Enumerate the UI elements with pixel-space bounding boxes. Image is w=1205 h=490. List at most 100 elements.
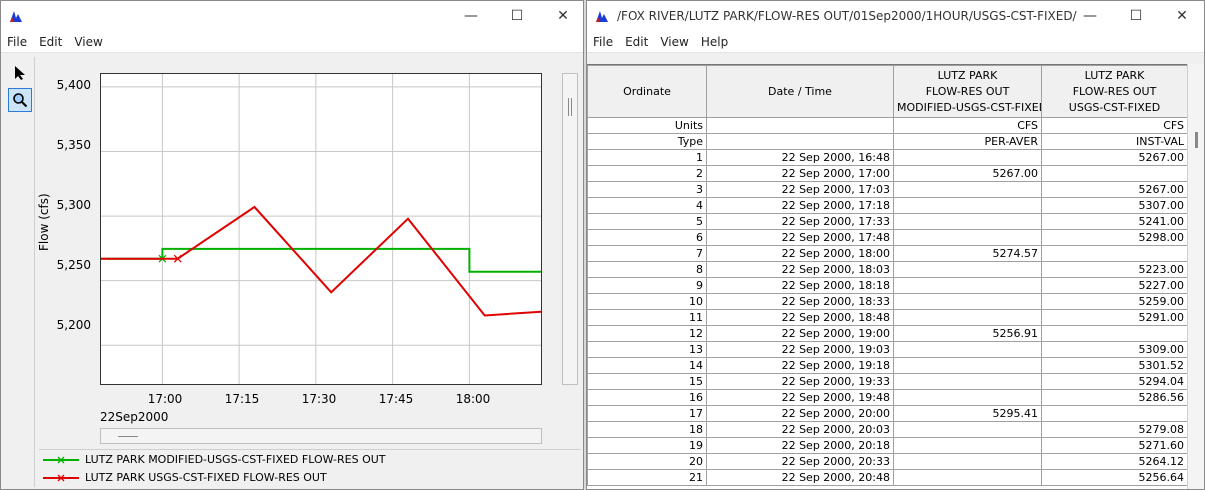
value-cell[interactable]: 5274.57 [893,245,1042,262]
table-row[interactable]: 1 22 Sep 2000, 16:48 5267.00 [587,149,1187,166]
value-cell[interactable]: 5267.00 [893,165,1042,182]
type-cell[interactable]: INST-VAL [1041,133,1187,150]
pointer-tool-button[interactable] [8,61,32,85]
scroll-thumb[interactable] [1195,132,1198,148]
table-vertical-scrollbar[interactable] [1187,64,1204,489]
value-cell[interactable]: 5267.00 [1041,149,1187,166]
ordinate-cell[interactable]: 19 [587,437,707,454]
zoom-tool-button[interactable] [8,88,32,112]
menu-help[interactable]: Help [697,35,732,49]
menu-view[interactable]: View [70,35,106,49]
header-usgs-column[interactable]: LUTZ PARK FLOW-RES OUT USGS-CST-FIXED [1041,65,1187,118]
data-table-container[interactable]: Ordinate Date / Time LUTZ PARK FLOW-RES … [587,64,1187,489]
table-row[interactable]: 20 22 Sep 2000, 20:33 5264.12 [587,453,1187,470]
table-window-titlebar[interactable]: /FOX RIVER/LUTZ PARK/FLOW-RES OUT/01Sep2… [587,1,1204,31]
minimize-icon[interactable]: — [1067,1,1113,31]
table-row[interactable]: 3 22 Sep 2000, 17:03 5267.00 [587,181,1187,198]
table-row[interactable]: 9 22 Sep 2000, 18:18 5227.00 [587,277,1187,294]
ordinate-cell[interactable]: 15 [587,373,707,390]
menu-edit[interactable]: Edit [621,35,652,49]
table-row[interactable]: 21 22 Sep 2000, 20:48 5256.64 [587,469,1187,486]
table-row[interactable]: 17 22 Sep 2000, 20:00 5295.41 [587,405,1187,422]
value-cell[interactable] [1041,325,1187,342]
value-cell[interactable] [893,453,1042,470]
ordinate-cell[interactable]: 6 [587,229,707,246]
table-row[interactable]: 12 22 Sep 2000, 19:00 5256.91 [587,325,1187,342]
value-cell[interactable] [893,309,1042,326]
menu-view[interactable]: View [656,35,692,49]
ordinate-cell[interactable]: 3 [587,181,707,198]
value-cell[interactable]: 5264.12 [1041,453,1187,470]
value-cell[interactable] [893,261,1042,278]
value-cell[interactable] [893,373,1042,390]
value-cell[interactable]: 5279.08 [1041,421,1187,438]
value-cell[interactable] [893,149,1042,166]
value-cell[interactable]: 5294.04 [1041,373,1187,390]
value-cell[interactable] [1041,245,1187,262]
value-cell[interactable] [893,421,1042,438]
value-cell[interactable]: 5271.60 [1041,437,1187,454]
value-cell[interactable]: 5309.00 [1041,341,1187,358]
value-cell[interactable]: 5227.00 [1041,277,1187,294]
header-datetime[interactable]: Date / Time [706,65,894,118]
datetime-cell[interactable]: 22 Sep 2000, 20:03 [706,421,894,438]
ordinate-cell[interactable]: 8 [587,261,707,278]
ordinate-cell[interactable]: 12 [587,325,707,342]
units-cell[interactable]: CFS [1041,117,1187,134]
table-row[interactable]: 7 22 Sep 2000, 18:00 5274.57 [587,245,1187,262]
table-row[interactable]: 19 22 Sep 2000, 20:18 5271.60 [587,437,1187,454]
value-cell[interactable]: 5267.00 [1041,181,1187,198]
table-row[interactable]: 18 22 Sep 2000, 20:03 5279.08 [587,421,1187,438]
units-datetime-cell[interactable] [706,117,894,134]
value-cell[interactable]: 5307.00 [1041,197,1187,214]
datetime-cell[interactable]: 22 Sep 2000, 19:48 [706,389,894,406]
value-cell[interactable] [893,293,1042,310]
datetime-cell[interactable]: 22 Sep 2000, 19:33 [706,373,894,390]
ordinate-cell[interactable]: 13 [587,341,707,358]
scroll-thumb[interactable] [118,436,138,437]
ordinate-cell[interactable]: 17 [587,405,707,422]
value-cell[interactable] [893,437,1042,454]
table-row[interactable]: 10 22 Sep 2000, 18:33 5259.00 [587,293,1187,310]
table-row[interactable]: 15 22 Sep 2000, 19:33 5294.04 [587,373,1187,390]
ordinate-cell[interactable]: 5 [587,213,707,230]
ordinate-cell[interactable]: 7 [587,245,707,262]
ordinate-cell[interactable]: 18 [587,421,707,438]
plot-window-titlebar[interactable]: — ☐ ✕ [1,1,583,31]
plot-area[interactable] [100,73,542,385]
maximize-icon[interactable]: ☐ [494,1,540,31]
datetime-cell[interactable]: 22 Sep 2000, 20:18 [706,437,894,454]
value-cell[interactable]: 5286.56 [1041,389,1187,406]
value-cell[interactable]: 5223.00 [1041,261,1187,278]
header-modified-column[interactable]: LUTZ PARK FLOW-RES OUT MODIFIED-USGS-CST… [893,65,1042,118]
units-cell[interactable]: CFS [893,117,1042,134]
menu-file[interactable]: File [589,35,617,49]
datetime-cell[interactable]: 22 Sep 2000, 18:03 [706,261,894,278]
datetime-cell[interactable]: 22 Sep 2000, 16:48 [706,149,894,166]
datetime-cell[interactable]: 22 Sep 2000, 20:00 [706,405,894,422]
table-row[interactable]: 13 22 Sep 2000, 19:03 5309.00 [587,341,1187,358]
value-cell[interactable] [893,469,1042,486]
datetime-cell[interactable]: 22 Sep 2000, 19:18 [706,357,894,374]
table-row[interactable]: 5 22 Sep 2000, 17:33 5241.00 [587,213,1187,230]
value-cell[interactable] [893,197,1042,214]
plot-horizontal-scrollbar[interactable] [100,428,542,444]
datetime-cell[interactable]: 22 Sep 2000, 20:48 [706,469,894,486]
menu-edit[interactable]: Edit [35,35,66,49]
ordinate-cell[interactable]: 10 [587,293,707,310]
datetime-cell[interactable]: 22 Sep 2000, 20:33 [706,453,894,470]
value-cell[interactable] [893,389,1042,406]
table-row[interactable]: 2 22 Sep 2000, 17:00 5267.00 [587,165,1187,182]
value-cell[interactable]: 5241.00 [1041,213,1187,230]
ordinate-cell[interactable]: 4 [587,197,707,214]
datetime-cell[interactable]: 22 Sep 2000, 18:48 [706,309,894,326]
datetime-cell[interactable]: 22 Sep 2000, 18:33 [706,293,894,310]
value-cell[interactable]: 5291.00 [1041,309,1187,326]
value-cell[interactable] [893,277,1042,294]
minimize-icon[interactable]: — [448,1,494,31]
ordinate-cell[interactable]: 1 [587,149,707,166]
ordinate-cell[interactable]: 20 [587,453,707,470]
datetime-cell[interactable]: 22 Sep 2000, 18:18 [706,277,894,294]
value-cell[interactable]: 5259.00 [1041,293,1187,310]
datetime-cell[interactable]: 22 Sep 2000, 17:33 [706,213,894,230]
